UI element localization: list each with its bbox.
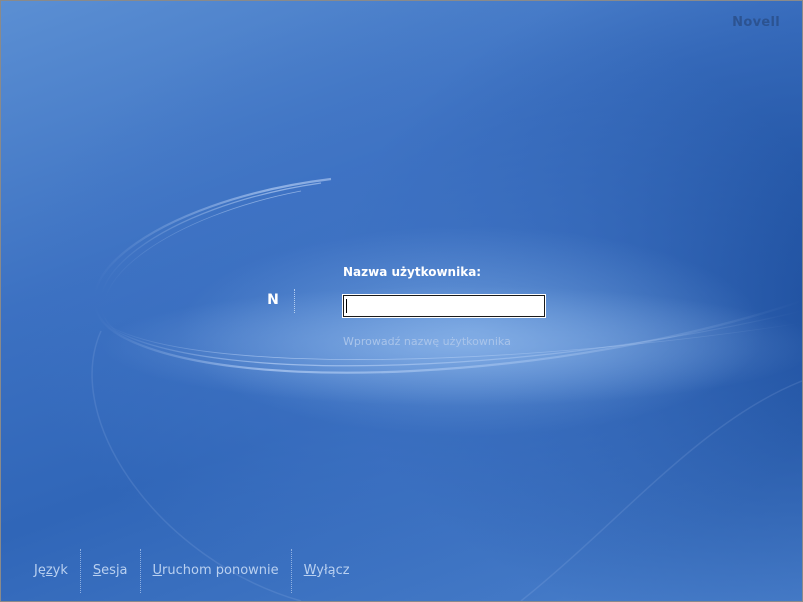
- login-screen: Novell N Nazwa użytkownika: Wprowadź naz…: [0, 0, 803, 602]
- logo-separator: [294, 289, 295, 313]
- novell-n-logo-icon: N: [267, 292, 279, 308]
- shutdown-button[interactable]: Wyłącz: [292, 549, 362, 593]
- username-label: Nazwa użytkownika:: [343, 265, 482, 279]
- language-button[interactable]: Język: [1, 549, 80, 593]
- session-button[interactable]: Sesja: [81, 549, 140, 593]
- username-hint: Wprowadź nazwę użytkownika: [343, 335, 511, 348]
- novell-brand-logo: Novell: [732, 15, 780, 30]
- session-menu-bar: Język Sesja Uruchom ponownie Wyłącz: [1, 549, 362, 593]
- username-input[interactable]: [342, 294, 546, 318]
- text-caret: [346, 299, 347, 313]
- restart-button[interactable]: Uruchom ponownie: [141, 549, 291, 593]
